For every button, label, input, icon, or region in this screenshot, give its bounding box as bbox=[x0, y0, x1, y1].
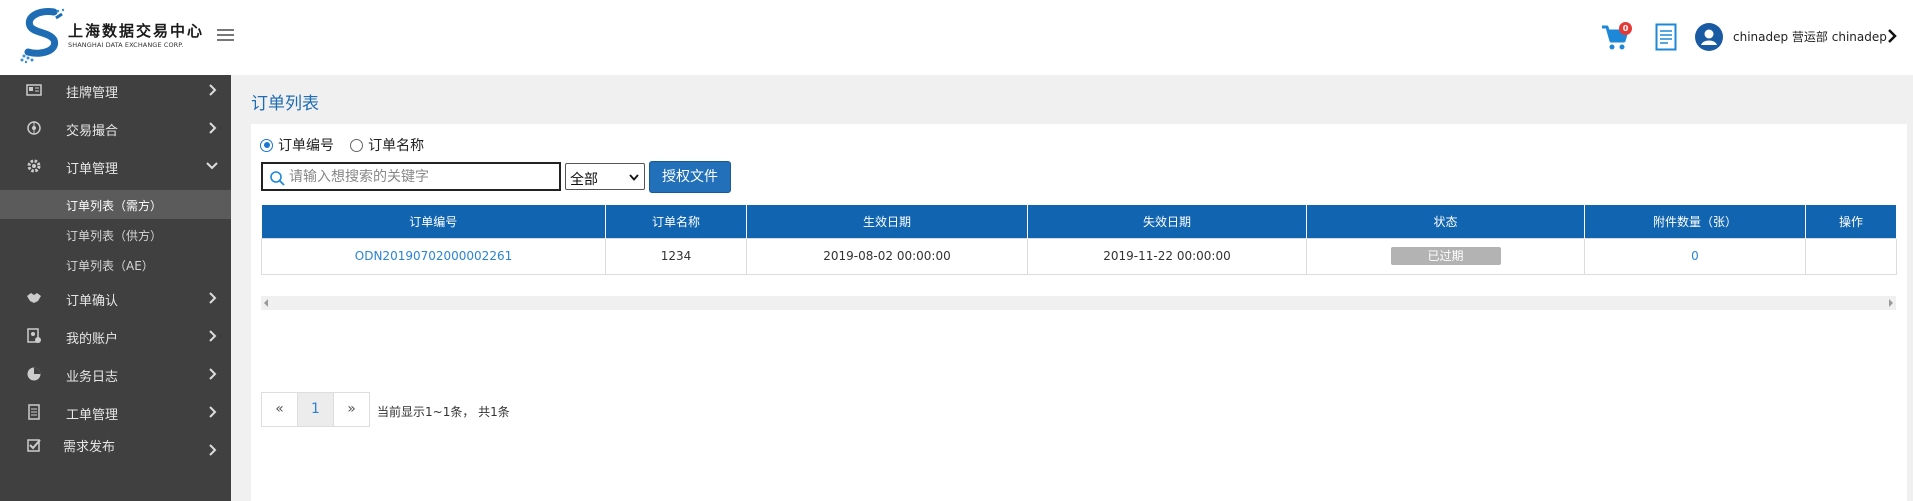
attachments-link[interactable]: 0 bbox=[1691, 249, 1699, 263]
chevron-right-icon bbox=[209, 444, 217, 456]
column-header[interactable]: 失效日期 bbox=[1027, 205, 1307, 238]
account-icon bbox=[27, 328, 41, 343]
status-cell: 已过期 bbox=[1306, 237, 1585, 275]
sidebar-item-label: 挂牌管理 bbox=[66, 86, 119, 101]
chevron-right-icon bbox=[209, 330, 217, 342]
pagination-info: 当前显示1~1条， 共1条 bbox=[377, 405, 510, 419]
scroll-right-icon[interactable] bbox=[1889, 299, 1893, 307]
actions-cell bbox=[1805, 237, 1897, 275]
select-value: 全部 bbox=[570, 172, 598, 188]
radio-order-name[interactable] bbox=[350, 138, 364, 152]
logo-text-cn: 上海数据交易中心 bbox=[68, 22, 205, 40]
chevron-right-icon[interactable] bbox=[1887, 29, 1897, 43]
top-header: 上海数据交易中心 SHANGHAI DATA EXCHANGE CORP. 0 … bbox=[0, 0, 1913, 75]
chevron-right-icon bbox=[209, 122, 217, 134]
logo-mark-icon bbox=[20, 8, 65, 64]
radio-label: 订单名称 bbox=[368, 138, 425, 154]
next-page-button[interactable]: » bbox=[333, 392, 370, 427]
sidebar-item-listing[interactable]: 挂牌管理 bbox=[0, 75, 231, 105]
column-header[interactable]: 操作 bbox=[1805, 205, 1897, 238]
listing-icon bbox=[26, 84, 42, 96]
column-header[interactable]: 状态 bbox=[1306, 205, 1585, 238]
search-type-radio-group: 订单编号 订单名称 bbox=[260, 135, 436, 155]
username-label[interactable]: chinadep 营运部 chinadep bbox=[1733, 28, 1887, 45]
match-icon bbox=[27, 121, 41, 135]
radio-order-number[interactable] bbox=[260, 138, 273, 152]
scroll-left-icon[interactable] bbox=[264, 299, 268, 307]
chevron-right-icon bbox=[209, 368, 217, 380]
sidebar-item-order-confirm[interactable]: 订单确认 bbox=[0, 283, 231, 313]
sidebar-item-demand-publish[interactable]: 需求发布 bbox=[0, 431, 231, 461]
sidebar-subitem-supplier-orders[interactable]: 订单列表（供方） bbox=[0, 220, 231, 249]
sidebar-item-label: 交易撮合 bbox=[66, 124, 119, 139]
order-name-cell: 1234 bbox=[605, 237, 747, 275]
logo[interactable]: 上海数据交易中心 SHANGHAI DATA EXCHANGE CORP. bbox=[18, 8, 208, 64]
search-icon bbox=[270, 171, 285, 186]
handshake-icon bbox=[27, 293, 41, 303]
column-header[interactable]: 生效日期 bbox=[746, 205, 1028, 238]
document-icon[interactable] bbox=[1655, 23, 1677, 51]
sidebar-item-business-log[interactable]: 业务日志 bbox=[0, 359, 231, 389]
end-date-cell: 2019-11-22 00:00:00 bbox=[1027, 237, 1307, 275]
chevron-right-icon bbox=[209, 292, 217, 304]
menu-toggle-icon[interactable] bbox=[217, 29, 234, 43]
status-filter-select[interactable]: 全部 bbox=[565, 163, 645, 190]
auth-file-button[interactable]: 授权文件 bbox=[649, 161, 731, 193]
order-number-link[interactable]: ODN20190702000002261 bbox=[355, 249, 512, 263]
prev-page-button[interactable]: « bbox=[261, 392, 298, 427]
sidebar-item-label: 业务日志 bbox=[66, 370, 119, 385]
cart-button[interactable]: 0 bbox=[1600, 22, 1632, 52]
sidebar-item-match[interactable]: 交易撮合 bbox=[0, 113, 231, 143]
attachments-cell: 0 bbox=[1584, 237, 1806, 275]
page-1-button[interactable]: 1 bbox=[297, 392, 334, 427]
search-box bbox=[261, 162, 561, 191]
sidebar-item-label: 需求发布 bbox=[63, 440, 116, 455]
sidebar-item-label: 我的账户 bbox=[66, 332, 119, 347]
orders-table: 订单编号 订单名称 生效日期 失效日期 状态 附件数量（张） 操作 ODN201… bbox=[261, 205, 1897, 275]
table-row: ODN20190702000002261 1234 2019-08-02 00:… bbox=[261, 237, 1897, 275]
radio-label: 订单编号 bbox=[278, 138, 334, 154]
chevron-right-icon bbox=[209, 84, 217, 96]
status-badge: 已过期 bbox=[1390, 247, 1501, 265]
document-icon bbox=[28, 404, 40, 420]
check-icon bbox=[27, 439, 41, 452]
sidebar-item-label: 工单管理 bbox=[66, 408, 119, 423]
sidebar-item-label: 订单管理 bbox=[66, 162, 119, 177]
sidebar-item-account[interactable]: 我的账户 bbox=[0, 321, 231, 351]
column-header[interactable]: 订单名称 bbox=[605, 205, 747, 238]
sidebar: 挂牌管理 交易撮合 订单管理 订单列表（需方） 订单列表（供方） 订单列表（AE… bbox=[0, 75, 231, 501]
sidebar-subitem-label: 订单列表（AE） bbox=[66, 259, 154, 273]
column-header[interactable]: 订单编号 bbox=[261, 205, 606, 238]
pie-icon bbox=[27, 367, 41, 381]
sidebar-subitem-buyer-orders[interactable]: 订单列表（需方） bbox=[0, 190, 231, 219]
start-date-cell: 2019-08-02 00:00:00 bbox=[746, 237, 1028, 275]
sidebar-item-work-orders[interactable]: 工单管理 bbox=[0, 397, 231, 427]
sidebar-subitem-label: 订单列表（需方） bbox=[66, 199, 163, 213]
sidebar-subitem-label: 订单列表（供方） bbox=[66, 229, 163, 243]
search-input[interactable] bbox=[289, 166, 557, 188]
horizontal-scrollbar[interactable] bbox=[261, 296, 1896, 310]
chevron-right-icon bbox=[209, 406, 217, 418]
table-header-row: 订单编号 订单名称 生效日期 失效日期 状态 附件数量（张） 操作 bbox=[261, 205, 1897, 238]
column-header[interactable]: 附件数量（张） bbox=[1584, 205, 1806, 238]
logo-text-en: SHANGHAI DATA EXCHANGE CORP. bbox=[68, 41, 184, 49]
sidebar-subitem-ae-orders[interactable]: 订单列表（AE） bbox=[0, 250, 231, 279]
gear-icon bbox=[27, 159, 41, 173]
sidebar-item-label: 订单确认 bbox=[66, 294, 119, 309]
user-avatar-icon[interactable] bbox=[1695, 23, 1723, 51]
order-number-cell: ODN20190702000002261 bbox=[261, 237, 606, 275]
chevron-down-icon bbox=[629, 174, 639, 181]
page-title: 订单列表 bbox=[251, 94, 319, 114]
sidebar-item-orders[interactable]: 订单管理 bbox=[0, 151, 231, 181]
cart-count-badge: 0 bbox=[1619, 22, 1632, 35]
chevron-down-icon bbox=[206, 162, 218, 170]
